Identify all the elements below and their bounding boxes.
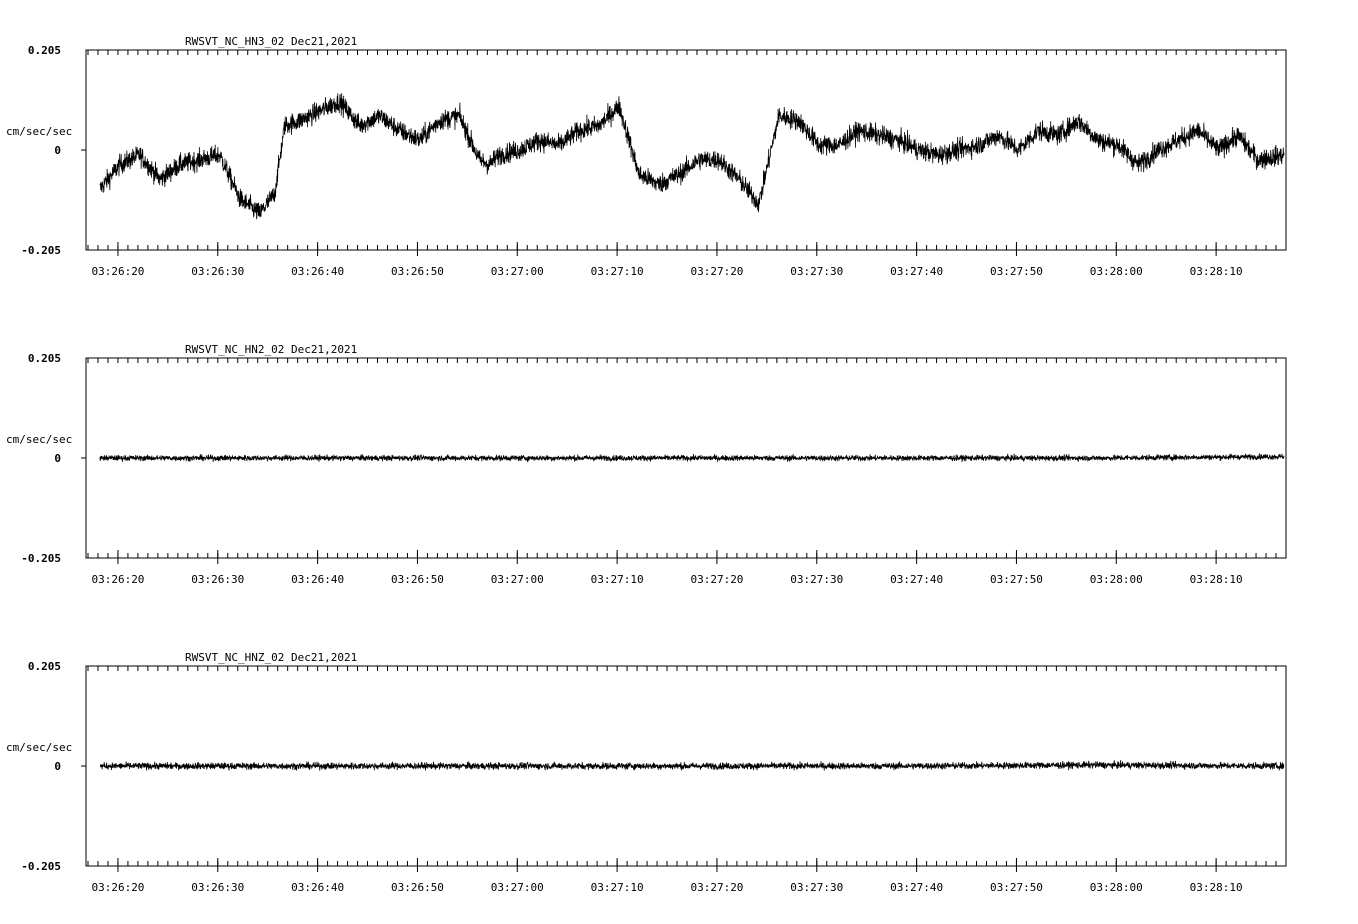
chart-title: RWSVT_NC_HNZ_02 Dec21,2021 [185, 651, 357, 664]
y-axis-label: cm/sec/sec [6, 741, 72, 754]
y-tick-label: 0.205 [28, 352, 61, 365]
seismogram-figure: RWSVT_NC_HN3_02 Dec21,2021 0.205 0 -0.205 cm… [6, 35, 1287, 894]
x-tick-label: 03:27:10 [591, 881, 644, 894]
y-tick-label: 0.205 [28, 660, 61, 673]
x-tick-label: 03:26:40 [291, 881, 344, 894]
x-tick-label: 03:28:00 [1090, 265, 1143, 278]
x-tick-label: 03:26:50 [391, 881, 444, 894]
chart-title: RWSVT_NC_HN3_02 Dec21,2021 [185, 35, 357, 48]
x-tick-label: 03:26:40 [291, 265, 344, 278]
x-tick-label: 03:27:20 [690, 573, 743, 586]
y-tick-label: 0 [54, 452, 61, 465]
x-tick-label: 03:28:10 [1190, 265, 1243, 278]
y-tick-label: -0.205 [21, 244, 61, 257]
x-tick-label: 03:27:30 [790, 265, 843, 278]
x-tick-label: 03:27:30 [790, 881, 843, 894]
x-tick-label: 03:26:50 [391, 265, 444, 278]
x-tick-label: 03:27:50 [990, 573, 1043, 586]
x-tick-label: 03:27:10 [591, 265, 644, 278]
x-tick-label: 03:27:40 [890, 881, 943, 894]
waveform-series-1 [99, 453, 1285, 463]
y-tick-label: 0 [54, 144, 61, 157]
x-tick-label: 03:27:20 [690, 265, 743, 278]
x-tick-label: 03:27:00 [491, 573, 544, 586]
panel-3: RWSVT_NC_HNZ_02 Dec21,2021 0.205 0 -0.205 cm… [6, 651, 1287, 894]
x-tick-label: 03:26:30 [191, 265, 244, 278]
x-tick-label: 03:26:20 [91, 573, 144, 586]
x-tick-label: 03:27:40 [890, 265, 943, 278]
waveform-series-1 [99, 760, 1285, 771]
x-tick-label: 03:27:20 [690, 881, 743, 894]
y-axis-label: cm/sec/sec [6, 433, 72, 446]
waveform-series-1 [99, 93, 1285, 220]
y-tick-label: 0.205 [28, 44, 61, 57]
y-tick-label: 0 [54, 760, 61, 773]
x-tick-label: 03:28:10 [1190, 881, 1243, 894]
y-tick-label: -0.205 [21, 860, 61, 873]
x-tick-label: 03:27:00 [491, 265, 544, 278]
x-tick-label: 03:26:30 [191, 573, 244, 586]
chart-title: RWSVT_NC_HN2_02 Dec21,2021 [185, 343, 357, 356]
y-tick-label: -0.205 [21, 552, 61, 565]
x-tick-label: 03:26:20 [91, 265, 144, 278]
panel-2: RWSVT_NC_HN2_02 Dec21,2021 0.205 0 -0.205 cm… [6, 343, 1287, 586]
x-tick-label: 03:27:10 [591, 573, 644, 586]
x-tick-label: 03:26:50 [391, 573, 444, 586]
x-tick-label: 03:27:50 [990, 881, 1043, 894]
y-axis-label: cm/sec/sec [6, 125, 72, 138]
x-tick-label: 03:27:30 [790, 573, 843, 586]
x-tick-label: 03:27:00 [491, 881, 544, 894]
x-tick-label: 03:26:30 [191, 881, 244, 894]
plot-frame [85, 49, 1287, 251]
panel-1: RWSVT_NC_HN3_02 Dec21,2021 0.205 0 -0.205 cm… [6, 35, 1287, 278]
x-tick-label: 03:28:00 [1090, 573, 1143, 586]
x-tick-label: 03:27:40 [890, 573, 943, 586]
x-tick-label: 03:26:20 [91, 881, 144, 894]
x-tick-label: 03:26:40 [291, 573, 344, 586]
x-tick-label: 03:27:50 [990, 265, 1043, 278]
x-tick-label: 03:28:10 [1190, 573, 1243, 586]
x-tick-label: 03:28:00 [1090, 881, 1143, 894]
